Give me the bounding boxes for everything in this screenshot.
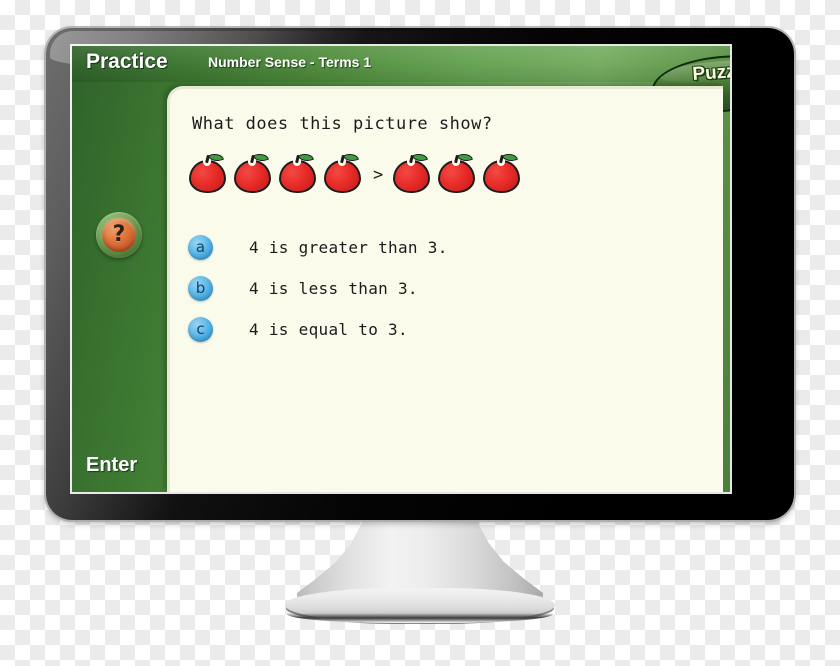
apple-icon [392, 151, 432, 194]
apple-icon [233, 151, 273, 194]
help-button-inner: ? [102, 218, 136, 252]
enter-button[interactable]: Enter [86, 454, 137, 477]
help-button[interactable]: ? [96, 212, 142, 258]
apple-comparison-picture: > [188, 149, 527, 197]
computer-monitor-illustration: Practice Number Sense - Terms 1 Puzzle ?… [0, 0, 840, 666]
apple-icon [278, 151, 318, 194]
mode-label: Practice [86, 50, 168, 73]
app-header-bar [72, 46, 730, 82]
apple-icon [482, 151, 522, 194]
monitor-screen: Practice Number Sense - Terms 1 Puzzle ?… [72, 46, 730, 492]
lesson-title: Number Sense - Terms 1 [208, 54, 372, 70]
answer-option-badge-a[interactable]: a [188, 235, 213, 260]
apple-icon [188, 151, 228, 194]
answer-option[interactable]: a 4 is greater than 3. [188, 227, 708, 268]
answer-options-list: a 4 is greater than 3. b 4 is less than 3. c… [188, 227, 708, 350]
answer-option-text[interactable]: 4 is greater than 3. [249, 238, 448, 257]
apple-icon [437, 151, 477, 194]
answer-option[interactable]: c 4 is equal to 3. [188, 309, 708, 350]
answer-option-text[interactable]: 4 is less than 3. [249, 279, 418, 298]
answer-option[interactable]: b 4 is less than 3. [188, 268, 708, 309]
answer-option-badge-b[interactable]: b [188, 276, 213, 301]
question-panel: What does this picture show? > a 4 is gre… [167, 86, 723, 492]
question-prompt: What does this picture show? [192, 114, 493, 134]
answer-option-badge-c[interactable]: c [188, 317, 213, 342]
question-mark-icon: ? [112, 222, 126, 247]
comparison-symbol: > [373, 164, 384, 185]
monitor-stand-base-shadow [287, 605, 553, 623]
answer-option-text[interactable]: 4 is equal to 3. [249, 320, 408, 339]
apple-icon [323, 151, 363, 194]
